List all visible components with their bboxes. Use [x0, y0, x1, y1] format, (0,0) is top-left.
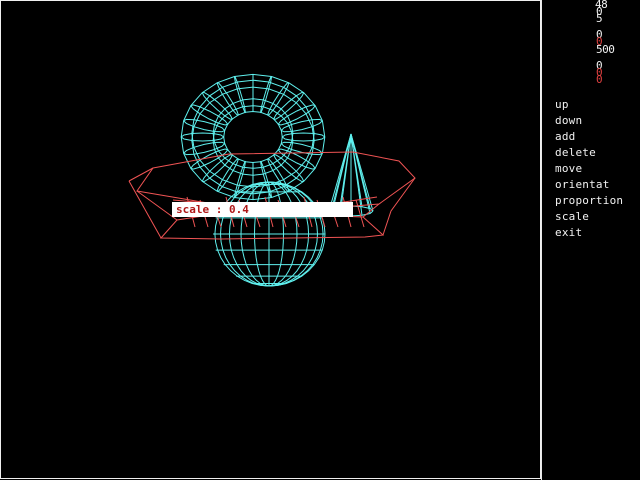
menu-item-up[interactable]: up — [555, 97, 623, 113]
torus-section — [216, 82, 240, 116]
status-value: 5 — [596, 12, 603, 25]
menu-item-down[interactable]: down — [555, 113, 623, 129]
status-value: 500 — [596, 43, 615, 56]
disc-edge — [128, 180, 162, 239]
menu-item-move[interactable]: move — [555, 161, 623, 177]
menu-item-delete[interactable]: delete — [555, 145, 623, 161]
status-value: 0 — [596, 73, 603, 86]
scale-prompt-text: scale : 0.4 — [176, 203, 249, 216]
torus-section — [281, 132, 326, 142]
menu-item-scale[interactable]: scale — [555, 209, 623, 225]
menu-item-add[interactable]: add — [555, 129, 623, 145]
torus-section — [266, 82, 290, 116]
menu-item-exit[interactable]: exit — [555, 225, 623, 241]
torus-section — [266, 158, 290, 192]
disc-edge — [362, 203, 380, 218]
menu-item-proportion[interactable]: proportion — [555, 193, 623, 209]
command-menu: up down add delete move orientat proport… — [555, 97, 623, 241]
torus-section — [180, 132, 225, 142]
torus-section — [183, 141, 226, 156]
disc-edge — [382, 177, 416, 236]
3d-viewport[interactable]: scale : 0.4 — [0, 0, 541, 479]
torus-section — [216, 158, 240, 192]
torus-section — [183, 118, 226, 133]
scale-input-box[interactable]: scale : 0.4 — [172, 202, 353, 217]
torus-section — [280, 118, 323, 133]
wireframe-scene — [128, 73, 416, 287]
menu-item-orientat[interactable]: orientat — [555, 177, 623, 193]
disc-edge — [128, 167, 154, 182]
